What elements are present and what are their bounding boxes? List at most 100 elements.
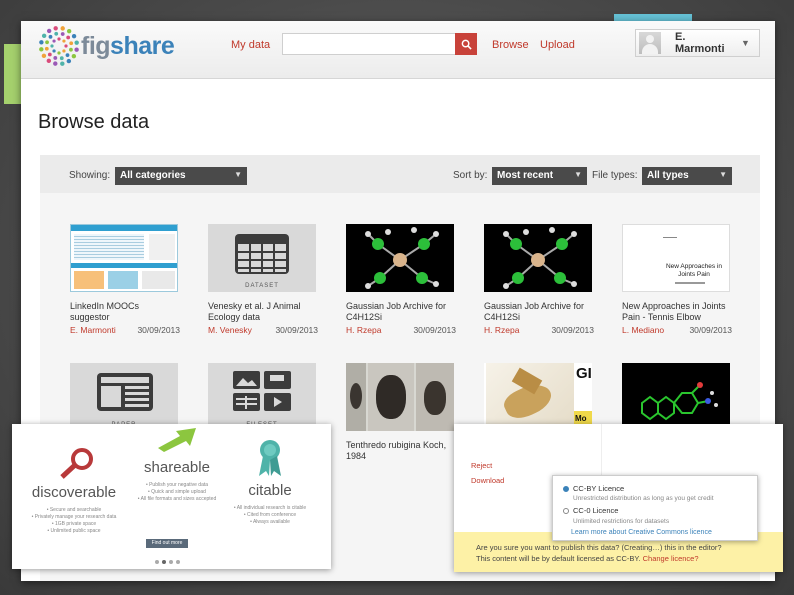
item-title: New Approaches in Joints Pain - Tennis E… (622, 301, 726, 322)
logo-dot (39, 47, 44, 52)
feature-title: shareable (144, 459, 210, 476)
search-input[interactable] (282, 33, 477, 55)
logo-dot (57, 37, 61, 41)
item-title: Gaussian Job Archive for C4H12Si (484, 301, 585, 322)
feature-description: • All individual research is citable • Ci… (225, 505, 315, 526)
item-author[interactable]: E. Marmonti (70, 325, 116, 335)
logo-dot (59, 56, 64, 61)
list-item[interactable] (622, 363, 732, 431)
logo-text-share: share (110, 31, 175, 60)
list-item[interactable]: Gaussian Job Archive for C4H12Si H. Rzep… (484, 224, 594, 335)
feature-discoverable: discoverable • Secure and searchable • Pr… (26, 447, 122, 535)
figshare-logo[interactable]: figshare (39, 26, 175, 66)
item-date: 30/09/2013 (689, 325, 732, 335)
list-item[interactable]: GI Mo (484, 363, 594, 431)
logo-dot (71, 53, 77, 59)
molecule-image (641, 382, 718, 421)
top-navigation-bar: figshare My data Browse Upload E. Marmon… (21, 21, 775, 79)
feature-line: • Unlimited public space (47, 528, 101, 534)
nav-upload-link[interactable]: Upload (540, 39, 575, 51)
logo-dot (62, 39, 66, 43)
feature-line: • Always available (250, 519, 290, 525)
logo-dot (44, 46, 49, 51)
filetypes-select[interactable]: All types ▼ (642, 167, 732, 185)
download-link[interactable]: Download (471, 476, 504, 485)
thumbnail-type-label: DATASET (245, 283, 279, 289)
item-author[interactable]: H. Rzepa (484, 325, 519, 335)
search-button[interactable] (455, 33, 477, 55)
item-date: 30/09/2013 (275, 325, 318, 335)
chevron-down-icon: ▼ (741, 38, 750, 48)
licence-option-ccby[interactable]: CC-BY Licence (563, 484, 624, 493)
logo-dot (74, 40, 79, 45)
carousel-dot[interactable] (162, 560, 166, 564)
logo-dot (52, 49, 56, 53)
list-item[interactable]: New Approaches in Joints Pain New Approa… (622, 224, 732, 335)
item-title: Gaussian Job Archive for C4H12Si (346, 301, 447, 322)
filetypes-label: File types: (592, 170, 638, 181)
logo-dot (66, 28, 72, 34)
logo-dot (60, 26, 65, 31)
chevron-down-icon: ▼ (719, 170, 727, 179)
logo-dot (57, 51, 61, 55)
list-item[interactable]: Tenthredo rubigina Koch, 1984 (346, 363, 456, 462)
user-menu[interactable]: E. Marmonti ▼ (635, 29, 760, 57)
radio-button[interactable] (563, 486, 569, 493)
item-date: 30/09/2013 (137, 325, 180, 335)
item-author[interactable]: H. Rzepa (346, 325, 381, 335)
molecule-image (365, 227, 439, 289)
table-icon (235, 234, 289, 274)
thumbnail-text: GI (576, 365, 592, 382)
logo-dot (53, 61, 58, 66)
share-arrow-icon (158, 428, 196, 452)
change-licence-link[interactable]: Change licence? (643, 554, 699, 563)
sort-select[interactable]: Most recent ▼ (492, 167, 587, 185)
carousel-dots[interactable] (155, 560, 180, 564)
thumbnail-document-title: New Approaches in Joints Pain (665, 263, 722, 278)
feature-line: • All individual research is citable (233, 505, 307, 511)
learn-more-link[interactable]: Learn more about Creative Commons licenc… (571, 529, 712, 536)
list-item[interactable]: FILESET (208, 363, 318, 431)
item-thumbnail (484, 224, 592, 292)
nav-my-data-link[interactable]: My data (231, 39, 270, 51)
logo-dot (46, 28, 52, 34)
licence-option-cc0[interactable]: CC-0 Licence (563, 506, 618, 515)
feature-line: • Quick and simple upload (148, 489, 206, 495)
item-author[interactable]: L. Mediano (622, 325, 664, 335)
chevron-down-icon: ▼ (234, 170, 242, 179)
item-author[interactable]: M. Venesky (208, 325, 252, 335)
radio-button[interactable] (563, 508, 569, 515)
category-select[interactable]: All categories ▼ (115, 167, 247, 185)
carousel-dot[interactable] (155, 560, 159, 564)
logo-dot (66, 35, 71, 40)
licence-description: Unrestricted distribution as long as you… (573, 495, 714, 502)
logo-dot (41, 53, 47, 59)
logo-dot (53, 56, 58, 60)
logo-dot (45, 40, 49, 45)
confirm-message: Are you sure you want to publish this da… (476, 542, 776, 564)
carousel-dot[interactable] (169, 560, 173, 564)
carousel-dot[interactable] (176, 560, 180, 564)
reject-link[interactable]: Reject (471, 461, 492, 470)
molecule-image (503, 227, 577, 289)
chevron-down-icon: ▼ (574, 170, 582, 179)
category-select-value: All categories (120, 170, 186, 181)
logo-dot (50, 44, 54, 48)
search-icon (461, 39, 472, 50)
logo-dot (65, 53, 70, 58)
find-out-more-button[interactable]: Find out more (146, 539, 188, 548)
item-date: 30/09/2013 (413, 325, 456, 335)
feature-line: • Privately manage your research data (31, 514, 117, 520)
item-thumbnail (70, 224, 178, 292)
list-item[interactable]: PAPER (70, 363, 180, 431)
sort-select-value: Most recent (497, 170, 554, 181)
feature-line: • Cited from conference (243, 512, 297, 518)
figshare-logo-icon (39, 26, 79, 66)
list-item[interactable]: Gaussian Job Archive for C4H12Si H. Rzep… (346, 224, 456, 335)
item-thumbnail: GI Mo (484, 363, 592, 431)
list-item[interactable]: LinkedIn MOOCs suggestor E. Marmonti 30/0… (70, 224, 180, 335)
list-item[interactable]: DATASET Venesky et al. J Animal Ecology … (208, 224, 318, 335)
nav-browse-link[interactable]: Browse (492, 39, 529, 51)
item-thumbnail (346, 363, 454, 431)
paper-icon (97, 373, 153, 411)
